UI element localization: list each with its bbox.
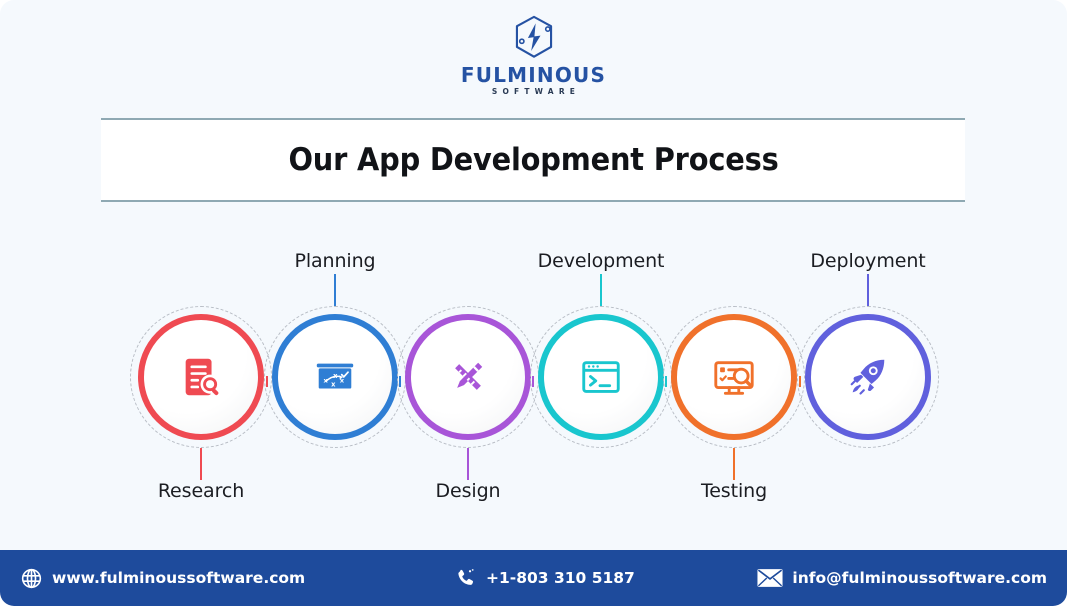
footer-email[interactable]: info@fulminoussoftware.com — [757, 568, 1047, 588]
step-stem — [600, 274, 602, 306]
footer-website[interactable]: www.fulminoussoftware.com — [20, 567, 305, 590]
process-step-deployment[interactable]: Deployment — [783, 232, 953, 522]
step-stem — [200, 448, 202, 480]
connector-tick — [665, 376, 667, 387]
connector-tick — [799, 376, 801, 387]
color-ring — [671, 314, 797, 440]
brand-tagline: SOFTWARE — [491, 87, 581, 96]
color-ring — [538, 314, 664, 440]
globe-icon — [20, 567, 43, 590]
terminal-window-icon — [575, 351, 627, 403]
connector-tick — [399, 376, 401, 387]
monitor-test-icon — [708, 351, 760, 403]
color-ring — [405, 314, 531, 440]
footer-website-text: www.fulminoussoftware.com — [52, 569, 306, 587]
hexagon-lightning-logo-icon — [508, 12, 560, 64]
color-ring: x x x x — [272, 314, 398, 440]
process-steps: Research x x x x Planning Design Develop… — [0, 232, 1067, 522]
envelope-icon — [757, 568, 783, 588]
step-stem — [733, 448, 735, 480]
infographic-slide: FULMINOUS SOFTWARE Our App Development P… — [0, 0, 1067, 606]
brand-name: FULMINOUS — [460, 63, 607, 87]
phone-icon — [455, 567, 477, 589]
document-search-icon — [175, 351, 227, 403]
color-ring — [805, 314, 931, 440]
contact-footer: www.fulminoussoftware.com +1-803 310 518… — [0, 550, 1067, 606]
strategy-board-icon: x x x x — [309, 351, 361, 403]
footer-email-text: info@fulminoussoftware.com — [792, 569, 1047, 587]
step-label-deployment: Deployment — [810, 250, 926, 272]
pencil-ruler-icon — [442, 351, 494, 403]
color-ring — [138, 314, 264, 440]
step-stem — [334, 274, 336, 306]
step-stem — [867, 274, 869, 306]
svg-text:x: x — [331, 381, 336, 389]
step-stem — [467, 448, 469, 480]
page-title: Our App Development Process — [287, 142, 779, 178]
footer-phone-text: +1-803 310 5187 — [486, 569, 635, 587]
connector-tick — [266, 376, 268, 387]
title-band: Our App Development Process — [101, 118, 965, 202]
brand-logo: FULMINOUS SOFTWARE — [0, 12, 1067, 96]
connector-tick — [532, 376, 534, 387]
step-circle — [783, 304, 953, 450]
rocket-icon — [842, 351, 894, 403]
footer-phone[interactable]: +1-803 310 5187 — [455, 567, 635, 589]
